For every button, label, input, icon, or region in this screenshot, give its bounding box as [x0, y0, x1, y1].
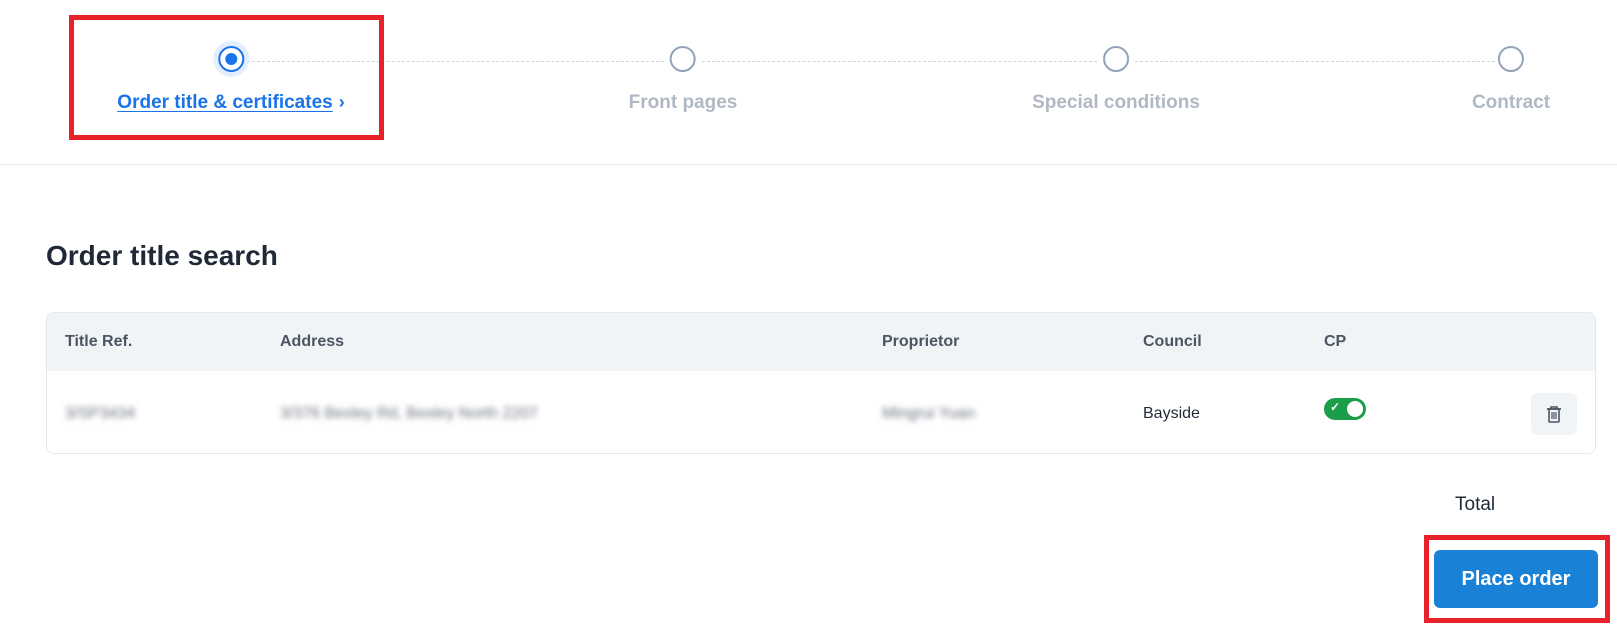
- step-label: Front pages: [628, 92, 738, 113]
- step-indicator: [669, 46, 696, 72]
- step-indicator: [1103, 46, 1129, 72]
- cell-address: 3/376 Bexley Rd, Bexley North 2207: [280, 405, 538, 422]
- cell-title-ref: 3/SP3434: [65, 405, 136, 422]
- table-row: 3/SP3434 3/376 Bexley Rd, Bexley North 2…: [47, 371, 1595, 453]
- step-contract[interactable]: Contract: [1472, 46, 1550, 114]
- step-indicator: [1498, 46, 1524, 72]
- step-special-conditions[interactable]: Special conditions: [1032, 46, 1200, 114]
- check-icon: ✓: [1330, 400, 1341, 414]
- column-header-address: Address: [280, 333, 345, 350]
- step-label: Contract: [1471, 92, 1551, 113]
- column-header-council: Council: [1143, 333, 1202, 350]
- toggle-knob: [1347, 401, 1363, 417]
- step-front-pages[interactable]: Front pages: [628, 46, 738, 114]
- title-search-table: Title Ref. Address Proprietor Council CP…: [46, 312, 1596, 454]
- cell-council: Bayside: [1143, 405, 1200, 422]
- column-header-cp: CP: [1324, 333, 1347, 350]
- place-order-button[interactable]: Place order: [1434, 550, 1598, 608]
- cell-proprietor: Mingrui Yuan: [882, 405, 976, 422]
- highlight-box-step: [69, 15, 384, 140]
- delete-row-button[interactable]: [1531, 393, 1577, 435]
- trash-icon: [1547, 406, 1561, 423]
- step-label: Special conditions: [1032, 92, 1200, 113]
- cp-toggle[interactable]: ✓: [1324, 398, 1366, 420]
- page-title: Order title search: [46, 240, 278, 271]
- total-label: Total: [1455, 494, 1496, 515]
- column-header-proprietor: Proprietor: [882, 333, 960, 350]
- table-header: Title Ref. Address Proprietor Council CP: [47, 313, 1595, 371]
- column-header-title-ref: Title Ref.: [65, 333, 133, 350]
